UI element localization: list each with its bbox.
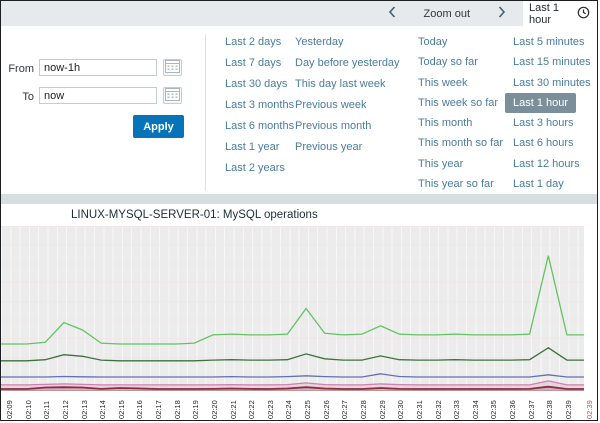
time-filter-panel: From To Apply Last 2 daysLast 7 daysLast… [1,26,597,194]
quick-range-column: Today Today so far This week This week so f… [418,32,513,194]
quick-range-last-15-minutes[interactable]: Last 15 minutes [513,52,591,72]
chart-plot-area[interactable] [1,226,584,391]
quick-range-today[interactable]: Today [418,32,447,52]
x-tick-label: 02:09 [5,400,14,419]
quick-range-last-7-days[interactable]: Last 7 days [225,53,281,74]
x-tick-label: 02:19 [191,400,201,419]
quick-range-day-before-yesterday[interactable]: Day before yesterday [295,53,400,74]
x-tick-label: 02:18 [172,400,182,419]
mysql-operations-chart-card: LINUX-MYSQL-SERVER-01: MySQL operations … [1,204,597,420]
chevron-right-icon [498,6,506,21]
quick-range-column: Last 2 days Last 7 days Last 30 days Last 3… [225,32,295,194]
x-tick-label: 02:26 [321,400,331,419]
time-range-tab[interactable]: Last 1 hour [523,1,597,26]
x-tick-label: 02:17 [154,400,163,419]
chart-title: LINUX-MYSQL-SERVER-01: MySQL operations [71,209,318,221]
quick-range-this-month-so-far[interactable]: This month so far [418,133,503,153]
from-calendar-button[interactable] [163,59,182,76]
x-tick-label: 02:12 [60,400,70,419]
x-tick-label: 02:11 [42,400,52,419]
x-tick-label: 02:13 [79,400,89,419]
x-tick-label: 02:15 [116,400,126,419]
x-tick-label: 02:34 [470,400,480,419]
quick-range-last-1-hour[interactable]: Last 1 hour [505,92,577,113]
quick-range-last-30-days[interactable]: Last 30 days [225,74,287,95]
pink-line [1,380,584,386]
zoom-out-button[interactable]: Zoom out [418,6,476,22]
x-tick-label: 02:20 [209,400,219,419]
blue-line [1,373,584,378]
x-tick-label: 02:23 [265,400,275,419]
quick-range-yesterday[interactable]: Yesterday [295,32,344,53]
quick-range-column: Yesterday Day before yesterday This day la… [295,32,418,194]
x-tick-label: 02:27 [340,400,350,419]
x-tick-label: 02:14 [98,400,108,419]
x-tick-label: 02:35 [489,400,499,419]
x-tick-label: 02:10 [23,400,33,419]
chart-series-svg [1,255,584,391]
time-shift-forward-button[interactable] [492,4,512,23]
quick-range-last-5-minutes[interactable]: Last 5 minutes [513,32,585,52]
quick-range-last-30-minutes[interactable]: Last 30 minutes [513,73,591,93]
quick-range-last-12-hours[interactable]: Last 12 hours [513,154,580,174]
time-range-tab-label: Last 1 hour [529,1,559,26]
from-label: From [8,63,34,75]
to-input[interactable] [39,87,157,104]
quick-range-last-3-months[interactable]: Last 3 months [225,95,294,116]
zoom-controls: Zoom out [382,1,512,26]
quick-range-this-day-last-week[interactable]: This day last week [295,74,385,95]
quick-range-last-3-hours[interactable]: Last 3 hours [513,113,574,133]
x-tick-label: 02:39 [563,400,573,419]
panel-separator [1,194,597,204]
quick-range-last-1-year[interactable]: Last 1 year [225,137,279,158]
quick-range-column: Last 5 minutes Last 15 minutes Last 30 min… [505,32,591,194]
from-input[interactable] [39,59,157,76]
x-tick-label: 02:38 [545,400,555,419]
quick-range-last-2-days[interactable]: Last 2 days [225,32,281,53]
quick-range-list: Last 2 days Last 7 days Last 30 days Last 3… [205,26,597,194]
quick-range-this-year[interactable]: This year [418,154,463,174]
x-tick-label: 02:25 [303,400,313,419]
to-label: To [22,91,34,103]
x-tick-label: 02:31 [414,400,424,419]
quick-range-this-year-so-far[interactable]: This year so far [418,174,494,194]
apply-button[interactable]: Apply [133,115,184,138]
quick-range-this-week[interactable]: This week [418,73,468,93]
quick-range-previous-week[interactable]: Previous week [295,95,367,116]
x-tick-label: 02:16 [135,400,145,419]
x-tick-label: 02:33 [452,400,462,419]
x-tick-label: 02:21 [228,400,238,419]
light-green-line [1,255,584,345]
quick-range-this-week-so-far[interactable]: This week so far [418,93,498,113]
x-tick-label: 02:24 [284,400,294,419]
x-tick-label: 02:37 [526,400,536,419]
x-tick-label: 02:29 [377,400,387,419]
clock-icon [577,6,590,22]
quick-range-last-2-years[interactable]: Last 2 years [225,158,285,179]
chevron-left-icon [388,6,396,21]
x-tick-label: 02:36 [508,400,517,419]
quick-range-today-so-far[interactable]: Today so far [418,52,478,72]
x-tick-label: 02:30 [396,400,406,419]
x-tick-label: 02:32 [433,400,443,419]
quick-range-last-1-day[interactable]: Last 1 day [513,174,564,194]
to-calendar-button[interactable] [163,87,182,104]
time-shift-back-button[interactable] [382,4,402,23]
time-navigation-bar: Zoom out Last 1 hour [1,1,597,26]
quick-range-previous-month[interactable]: Previous month [295,116,371,137]
calendar-icon [165,87,180,104]
dark-green-line [1,347,584,362]
zabbix-time-filter-screen: Zoom out Last 1 hour From To [0,0,598,421]
quick-range-last-6-months[interactable]: Last 6 months [225,116,294,137]
quick-range-this-month[interactable]: This month [418,113,472,133]
x-tick-label: 02:22 [247,400,257,419]
calendar-icon [165,59,180,76]
x-tick-label: 02:28 [359,400,368,419]
quick-range-last-6-hours[interactable]: Last 6 hours [513,133,574,153]
current-time-label: 02:39 [585,400,594,419]
quick-range-previous-year[interactable]: Previous year [295,137,362,158]
